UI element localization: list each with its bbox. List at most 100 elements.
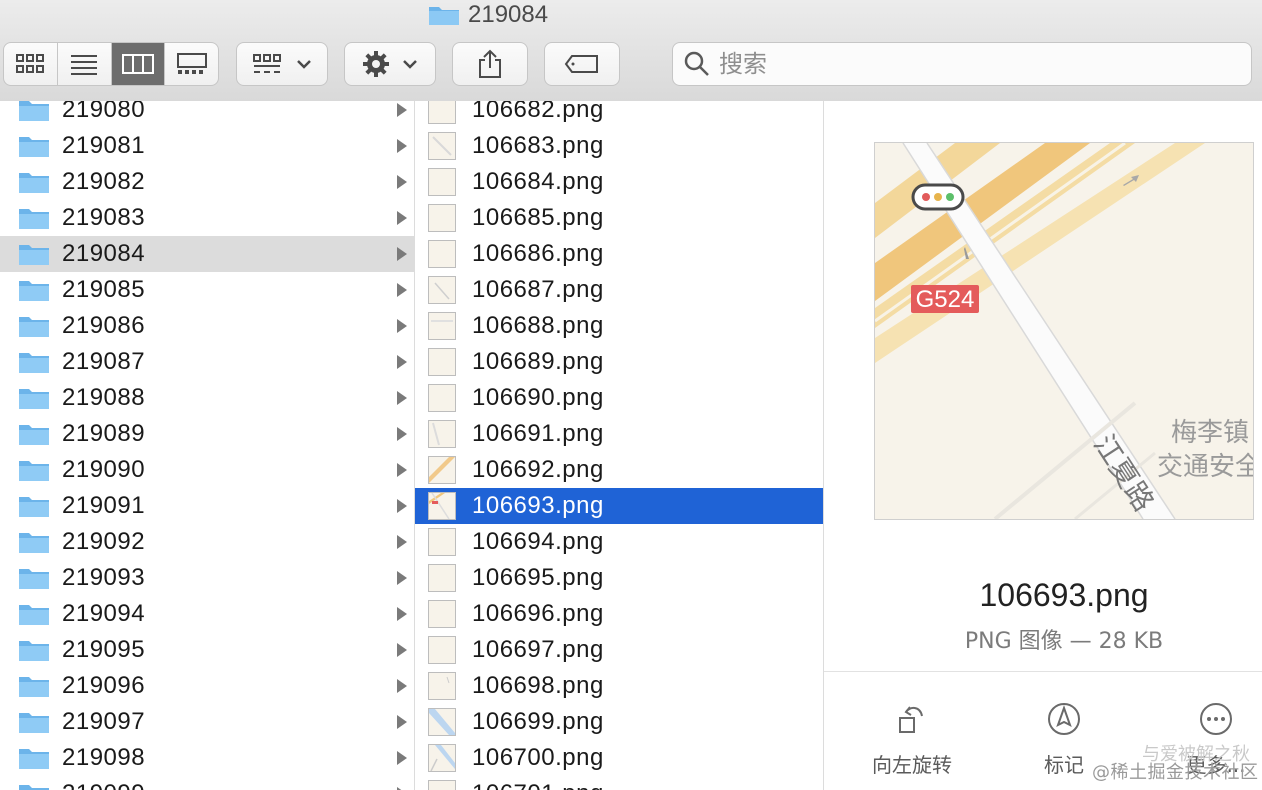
folder-row[interactable]: 219093 — [0, 560, 414, 596]
folder-name: 219086 — [62, 312, 146, 339]
file-row[interactable]: 106682.png — [415, 101, 823, 128]
folder-name: 219099 — [62, 780, 145, 790]
file-name: 106701.png — [472, 780, 604, 790]
image-thumbnail-icon — [428, 672, 456, 700]
file-row[interactable]: 106689.png — [415, 344, 823, 380]
image-thumbnail-icon — [428, 240, 456, 268]
folder-icon — [18, 206, 50, 230]
folder-icon — [18, 314, 50, 338]
image-preview[interactable]: G524 江夏路 梅李镇 交通安全 — [874, 142, 1254, 520]
folder-row[interactable]: 219081 — [0, 128, 414, 164]
list-view-button[interactable] — [58, 43, 112, 85]
gallery-view-icon — [176, 53, 207, 74]
file-row[interactable]: 106698.png — [415, 668, 823, 704]
share-button[interactable] — [452, 42, 528, 86]
folder-row[interactable]: 219097 — [0, 704, 414, 740]
folder-row[interactable]: 219094 — [0, 596, 414, 632]
folder-row[interactable]: 219099 — [0, 776, 414, 790]
action-menu-button[interactable] — [344, 42, 436, 86]
file-row[interactable]: 106695.png — [415, 560, 823, 596]
folder-name: 219091 — [62, 492, 146, 519]
file-row[interactable]: 106697.png — [415, 632, 823, 668]
folder-name: 219094 — [62, 600, 146, 627]
folder-name: 219080 — [62, 101, 146, 123]
file-name: 106683.png — [472, 132, 604, 159]
folder-row[interactable]: 219083 — [0, 200, 414, 236]
file-row[interactable]: 106693.png — [415, 488, 823, 524]
file-row[interactable]: 106690.png — [415, 380, 823, 416]
image-thumbnail-icon — [428, 636, 456, 664]
image-thumbnail-icon — [428, 276, 456, 304]
file-row[interactable]: 106687.png — [415, 272, 823, 308]
file-row[interactable]: 106688.png — [415, 308, 823, 344]
file-column[interactable]: 106682.png 106683.png 106684.png 106685.png… — [415, 101, 824, 790]
image-thumbnail-icon — [428, 132, 456, 160]
search-icon — [684, 51, 709, 76]
folder-icon — [18, 458, 50, 482]
file-row[interactable]: 106692.png — [415, 452, 823, 488]
gallery-view-button[interactable] — [165, 43, 218, 85]
disclosure-arrow-icon — [397, 463, 407, 477]
file-row[interactable]: 106684.png — [415, 164, 823, 200]
folder-row[interactable]: 219089 — [0, 416, 414, 452]
folder-row[interactable]: 219086 — [0, 308, 414, 344]
file-name: 106691.png — [472, 420, 604, 447]
image-thumbnail-icon — [428, 348, 456, 376]
image-thumbnail-icon — [428, 708, 456, 736]
folder-row[interactable]: 219084 — [0, 236, 414, 272]
file-row[interactable]: 106691.png — [415, 416, 823, 452]
image-thumbnail-icon — [428, 744, 456, 772]
search-input[interactable] — [717, 49, 1241, 79]
image-thumbnail-icon — [428, 780, 456, 790]
folder-name: 219090 — [62, 456, 146, 483]
markup-icon — [1048, 703, 1080, 735]
window-title: 219084 — [428, 0, 548, 30]
place-label-line1: 梅李镇 — [1171, 418, 1249, 448]
divider — [824, 671, 1262, 672]
column-view-button[interactable] — [111, 43, 166, 85]
file-row[interactable]: 106685.png — [415, 200, 823, 236]
folder-row[interactable]: 219088 — [0, 380, 414, 416]
folder-row[interactable]: 219091 — [0, 488, 414, 524]
folder-row[interactable]: 219092 — [0, 524, 414, 560]
file-name: 106689.png — [472, 348, 604, 375]
group-by-button[interactable] — [236, 42, 328, 86]
folder-icon — [18, 386, 50, 410]
file-name: 106682.png — [472, 101, 604, 123]
file-row[interactable]: 106686.png — [415, 236, 823, 272]
folder-row[interactable]: 219090 — [0, 452, 414, 488]
folder-row[interactable]: 219087 — [0, 344, 414, 380]
folder-icon — [18, 134, 50, 158]
image-thumbnail-icon — [428, 600, 456, 628]
disclosure-arrow-icon — [397, 103, 407, 117]
file-row[interactable]: 106683.png — [415, 128, 823, 164]
file-row[interactable]: 106696.png — [415, 596, 823, 632]
search-field[interactable] — [672, 42, 1252, 86]
disclosure-arrow-icon — [397, 535, 407, 549]
disclosure-arrow-icon — [397, 175, 407, 189]
file-list: 106682.png 106683.png 106684.png 106685.png… — [415, 101, 823, 790]
folder-row[interactable]: 219082 — [0, 164, 414, 200]
folder-row[interactable]: 219098 — [0, 740, 414, 776]
chevron-down-icon — [297, 60, 311, 69]
folder-row[interactable]: 219080 — [0, 101, 414, 128]
file-name: 106688.png — [472, 312, 604, 339]
icon-view-button[interactable] — [4, 43, 58, 85]
file-name: 106693.png — [472, 492, 604, 519]
folder-row[interactable]: 219096 — [0, 668, 414, 704]
folder-row[interactable]: 219085 — [0, 272, 414, 308]
folder-name: 219085 — [62, 276, 146, 303]
file-row[interactable]: 106701.png — [415, 776, 823, 790]
file-row[interactable]: 106700.png — [415, 740, 823, 776]
disclosure-arrow-icon — [397, 355, 407, 369]
gear-icon — [363, 51, 389, 77]
folder-row[interactable]: 219095 — [0, 632, 414, 668]
file-name: 106697.png — [472, 636, 604, 663]
tag-icon — [564, 55, 598, 73]
folder-column[interactable]: 219080 219081 219082 219083 219084 219085 2190… — [0, 101, 415, 790]
file-row[interactable]: 106694.png — [415, 524, 823, 560]
rotate-left-button[interactable]: 向左旋转 — [852, 699, 972, 778]
file-row[interactable]: 106699.png — [415, 704, 823, 740]
disclosure-arrow-icon — [397, 283, 407, 297]
tag-button[interactable] — [544, 42, 620, 86]
